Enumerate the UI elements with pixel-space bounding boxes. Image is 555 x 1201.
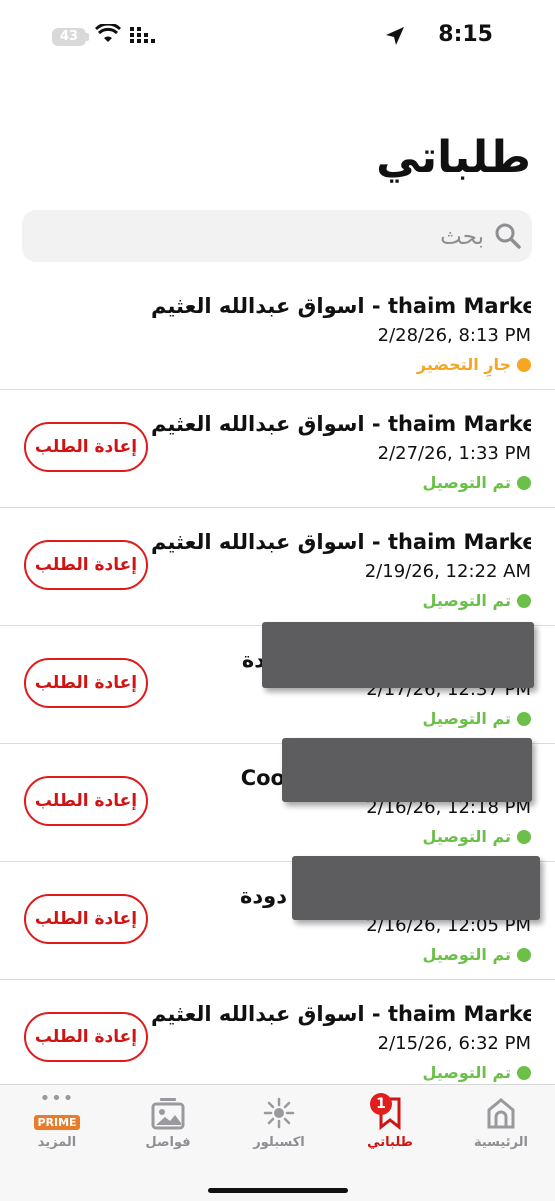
order-status-label: تم التوصيل xyxy=(422,591,511,610)
order-row[interactable]: إعادة الطلب اسواق عبدالله العثيم - thaim… xyxy=(0,390,555,508)
wifi-icon xyxy=(95,24,121,42)
redaction-block xyxy=(282,738,532,802)
explore-icon xyxy=(263,1097,295,1129)
redaction-block xyxy=(292,856,540,920)
order-status: تم التوصيل xyxy=(423,473,531,492)
order-status-label: تم التوصيل xyxy=(422,1063,511,1082)
order-store-name: اسواق عبدالله العثيم - thaim Market... xyxy=(151,1002,531,1026)
order-status: تم التوصيل xyxy=(423,1063,531,1082)
orders-list: اسواق عبدالله العثيم - thaim Market... 2… xyxy=(0,272,555,1097)
order-status-label: تم التوصيل xyxy=(422,945,511,964)
order-store-name: اسواق عبدالله العثيم - thaim Market... xyxy=(151,294,531,318)
tab-label: طلباتي xyxy=(367,1135,413,1150)
home-icon xyxy=(487,1098,515,1129)
page-title: طلباتي xyxy=(376,132,531,183)
order-row[interactable]: إعادة الطلب دودة 2/16/26, 12:05 PM تم ال… xyxy=(0,856,555,980)
prime-badge: PRIME xyxy=(34,1115,80,1130)
order-store-name: اسواق عبدالله العثيم - thaim Market... xyxy=(151,412,531,436)
status-dot-icon xyxy=(517,829,531,844)
order-date: 2/27/26, 1:33 PM xyxy=(377,443,531,464)
battery-tip xyxy=(86,33,89,41)
order-status-label: جارِ التحضير xyxy=(416,355,511,374)
location-arrow-icon xyxy=(386,27,404,45)
order-status: تم التوصيل xyxy=(423,709,531,728)
status-dot-icon xyxy=(517,1065,531,1080)
reorder-button[interactable]: إعادة الطلب xyxy=(24,894,148,944)
order-status: تم التوصيل xyxy=(423,945,531,964)
orders-badge: 1 xyxy=(370,1093,392,1115)
status-dot-icon xyxy=(517,947,531,962)
reorder-button[interactable]: إعادة الطلب xyxy=(24,658,148,708)
order-row[interactable]: اسواق عبدالله العثيم - thaim Market... 2… xyxy=(0,272,555,390)
order-store-name: اسواق عبدالله العثيم - thaim Market... xyxy=(151,530,531,554)
prime-more-icon: ••• PRIME xyxy=(7,1088,107,1131)
order-row[interactable]: إعادة الطلب Coo 2/16/26, 12:18 PM تم الت… xyxy=(0,738,555,862)
search-bar[interactable] xyxy=(22,210,532,262)
status-bar: 43 8:15 xyxy=(0,0,555,72)
tab-bar: الرئيسية 1 طلباتي اكسبلور فواصل ••• PRIM… xyxy=(0,1084,555,1201)
order-store-name: دودة xyxy=(239,884,287,908)
order-date: 2/28/26, 8:13 PM xyxy=(377,325,531,346)
order-row[interactable]: إعادة الطلب دة 2/17/26, 12:37 PM تم التو… xyxy=(0,622,555,744)
status-dot-icon xyxy=(517,593,531,608)
reorder-button[interactable]: إعادة الطلب xyxy=(24,1012,148,1062)
search-input[interactable] xyxy=(182,220,486,254)
order-status: جارِ التحضير xyxy=(417,355,531,374)
reorder-button[interactable]: إعادة الطلب xyxy=(24,540,148,590)
home-indicator xyxy=(207,1188,348,1193)
order-status-label: تم التوصيل xyxy=(422,827,511,846)
tab-label: اكسبلور xyxy=(253,1135,305,1150)
tab-label: الرئيسية xyxy=(473,1135,529,1150)
status-dot-icon xyxy=(517,357,531,372)
reorder-button[interactable]: إعادة الطلب xyxy=(24,422,148,472)
tab-orders[interactable]: 1 طلباتي xyxy=(340,1093,440,1165)
order-row[interactable]: إعادة الطلب اسواق عبدالله العثيم - thaim… xyxy=(0,980,555,1097)
tab-label: المزيد xyxy=(37,1135,77,1150)
tab-label: فواصل xyxy=(145,1135,191,1150)
order-status: تم التوصيل xyxy=(423,591,531,610)
signal-icon xyxy=(130,27,155,43)
order-status-label: تم التوصيل xyxy=(422,709,511,728)
status-time: 8:15 xyxy=(438,22,493,47)
tab-home[interactable]: الرئيسية xyxy=(451,1095,551,1165)
order-store-name: Coo xyxy=(240,766,285,790)
tab-more[interactable]: ••• PRIME المزيد xyxy=(7,1088,107,1165)
status-dot-icon xyxy=(517,711,531,726)
order-date: 2/19/26, 12:22 AM xyxy=(364,561,531,582)
search-icon xyxy=(495,223,521,249)
status-dot-icon xyxy=(517,475,531,490)
gallery-icon xyxy=(151,1098,185,1130)
order-date: 2/15/26, 6:32 PM xyxy=(377,1033,531,1054)
order-status: تم التوصيل xyxy=(423,827,531,846)
order-status-label: تم التوصيل xyxy=(422,473,511,492)
battery-icon: 43 xyxy=(52,28,86,46)
redaction-block xyxy=(262,622,534,688)
tab-gallery[interactable]: فواصل xyxy=(118,1095,218,1165)
dots-icon: ••• xyxy=(39,1088,75,1109)
order-row[interactable]: إعادة الطلب اسواق عبدالله العثيم - thaim… xyxy=(0,508,555,626)
reorder-button[interactable]: إعادة الطلب xyxy=(24,776,148,826)
tab-explore[interactable]: اكسبلور xyxy=(229,1095,329,1165)
